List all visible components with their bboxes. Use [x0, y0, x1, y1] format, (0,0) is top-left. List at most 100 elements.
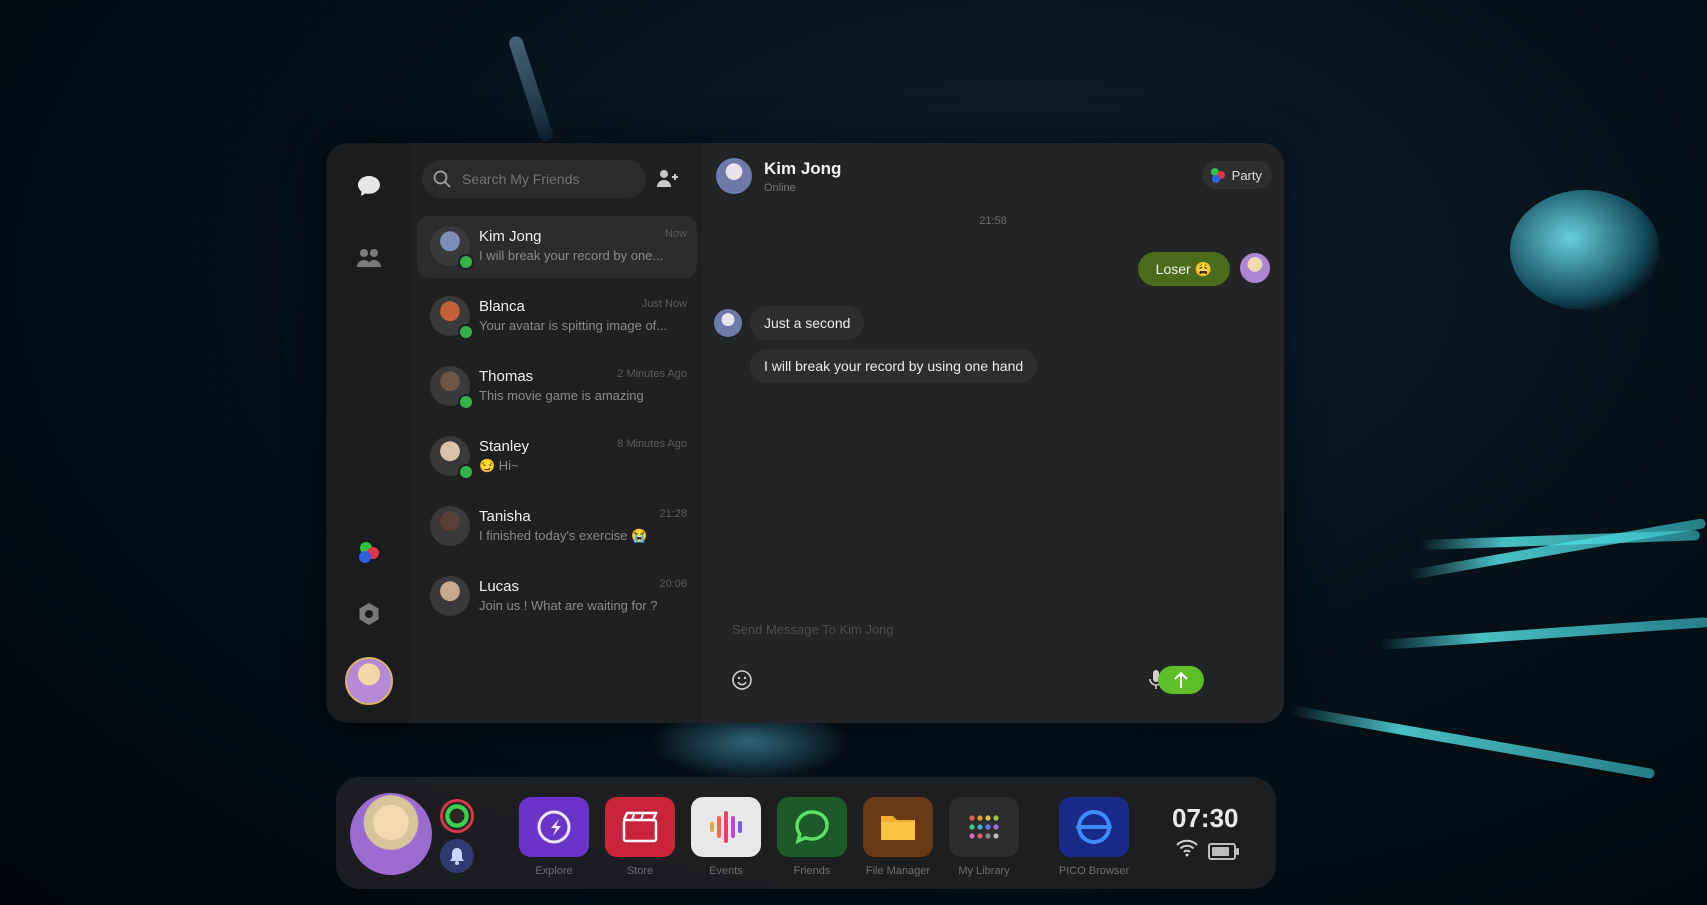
- profile-avatar[interactable]: [350, 793, 432, 875]
- arrow-up-icon: [1174, 671, 1188, 688]
- background-plant: [507, 34, 555, 144]
- wifi-icon[interactable]: [1176, 839, 1198, 857]
- last-message: I finished today's exercise 😭: [479, 528, 648, 543]
- message-time: 8 Minutes Ago: [617, 438, 687, 450]
- app-tile: [691, 797, 761, 857]
- conversation-item[interactable]: Lucas Join us ! What are waiting for ? 20:…: [417, 566, 697, 628]
- nav-messages-button[interactable]: [347, 164, 391, 208]
- compass-icon: [537, 810, 571, 844]
- contact-status: Online: [764, 182, 796, 194]
- browser-icon: [1076, 810, 1112, 844]
- party-dots-icon: [359, 542, 379, 563]
- app-friends[interactable]: Friends: [776, 797, 848, 877]
- last-message: Join us ! What are waiting for ?: [479, 598, 658, 613]
- bell-icon: [450, 848, 464, 865]
- message-time: 20:06: [659, 578, 687, 590]
- nav-friends-button[interactable]: [347, 236, 391, 280]
- last-message: Your avatar is spitting image of...: [479, 318, 668, 333]
- app-events[interactable]: Events: [690, 797, 762, 877]
- battery-level: [1212, 847, 1229, 856]
- app-tile: [949, 797, 1019, 857]
- app-store[interactable]: Store: [604, 797, 676, 877]
- conversation-item[interactable]: Kim Jong I will break your record by one.…: [417, 216, 697, 278]
- message-timestamp: 21:58: [979, 215, 1007, 227]
- search-input[interactable]: [460, 170, 644, 188]
- activity-ring-icon[interactable]: [440, 799, 474, 833]
- party-label: Party: [1231, 167, 1262, 183]
- message-input[interactable]: [730, 621, 1254, 638]
- app-pico-browser[interactable]: PICO Browser: [1058, 797, 1130, 877]
- incoming-message: Just a second: [750, 306, 865, 340]
- online-indicator: [458, 324, 474, 340]
- search-box[interactable]: [422, 160, 646, 198]
- my-avatar-small: [1240, 253, 1270, 283]
- conversation-item[interactable]: Stanley 😏 Hi~ 8 Minutes Ago: [417, 426, 697, 488]
- contact-avatar[interactable]: [716, 158, 752, 194]
- app-label: PICO Browser: [1058, 865, 1130, 877]
- smiley-icon: [732, 670, 752, 690]
- friend-name: Lucas: [479, 578, 520, 595]
- system-dock: Explore Store Events Friends File Manage…: [336, 777, 1276, 889]
- my-avatar[interactable]: [345, 657, 393, 705]
- party-button[interactable]: Party: [1201, 161, 1272, 189]
- conversation-item[interactable]: Blanca Your avatar is spitting image of..…: [417, 286, 697, 348]
- add-friend-button[interactable]: [654, 165, 682, 193]
- online-indicator: [458, 464, 474, 480]
- conversation-item[interactable]: Tanisha I finished today's exercise 😭 21:2…: [417, 496, 697, 558]
- send-button[interactable]: [1158, 666, 1204, 694]
- soundwave-icon: [710, 811, 742, 843]
- app-label: Events: [709, 865, 743, 877]
- battery-icon[interactable]: [1208, 843, 1239, 860]
- nav-rail: [326, 143, 412, 723]
- app-label: My Library: [958, 865, 1010, 877]
- friend-avatar: [430, 506, 470, 546]
- background-eel: [1289, 705, 1656, 780]
- party-dots-icon: [1210, 167, 1226, 183]
- clock: 07:30: [1172, 803, 1239, 833]
- friend-name: Tanisha: [479, 508, 531, 525]
- clapper-icon: [622, 811, 658, 843]
- message-time: Now: [664, 228, 687, 240]
- friend-name: Kim Jong: [479, 228, 542, 245]
- outgoing-message: Loser 😩: [1137, 252, 1230, 286]
- settings-button[interactable]: [347, 592, 391, 636]
- chat-ring-icon: [795, 810, 829, 845]
- chat-pane: Kim Jong Online Party 21:58 Loser 😩 Just…: [702, 143, 1284, 723]
- last-message: I will break your record by one...: [479, 248, 664, 263]
- friend-name: Stanley: [479, 438, 530, 455]
- app-tile: [519, 797, 589, 857]
- people-icon: [357, 249, 381, 267]
- app-my-library[interactable]: My Library: [948, 797, 1020, 877]
- notifications-button[interactable]: [440, 839, 474, 873]
- contact-name: Kim Jong: [764, 159, 842, 178]
- last-message: 😏 Hi~: [479, 458, 519, 473]
- app-file-manager[interactable]: File Manager: [862, 797, 934, 877]
- message-time: 2 Minutes Ago: [617, 368, 687, 380]
- chat-bubble-icon: [358, 176, 380, 196]
- app-tile: [777, 797, 847, 857]
- app-label: Store: [626, 865, 654, 877]
- online-indicator: [458, 394, 474, 410]
- message-time: Just Now: [641, 298, 687, 310]
- add-person-icon: [657, 170, 678, 187]
- conversation-item[interactable]: Thomas This movie game is amazing 2 Minute…: [417, 356, 697, 418]
- online-indicator: [458, 254, 474, 270]
- last-message: This movie game is amazing: [479, 388, 644, 403]
- friend-avatar: [430, 576, 470, 616]
- friend-name: Thomas: [479, 368, 534, 385]
- app-label: Explore: [535, 865, 573, 877]
- app-explore[interactable]: Explore: [518, 797, 590, 877]
- app-tile: [1059, 797, 1129, 857]
- app-label: Friends: [793, 865, 831, 877]
- gear-icon: [359, 603, 379, 625]
- message-time: 21:28: [659, 508, 687, 520]
- grid-icon: [969, 815, 999, 839]
- background-eel: [1409, 517, 1707, 580]
- contact-avatar-small: [714, 309, 742, 337]
- app-tile: [605, 797, 675, 857]
- emoji-button[interactable]: [728, 666, 756, 694]
- app-label: File Manager: [865, 865, 931, 877]
- app-tile: [863, 797, 933, 857]
- party-button[interactable]: [347, 531, 391, 575]
- search-icon: [433, 170, 451, 188]
